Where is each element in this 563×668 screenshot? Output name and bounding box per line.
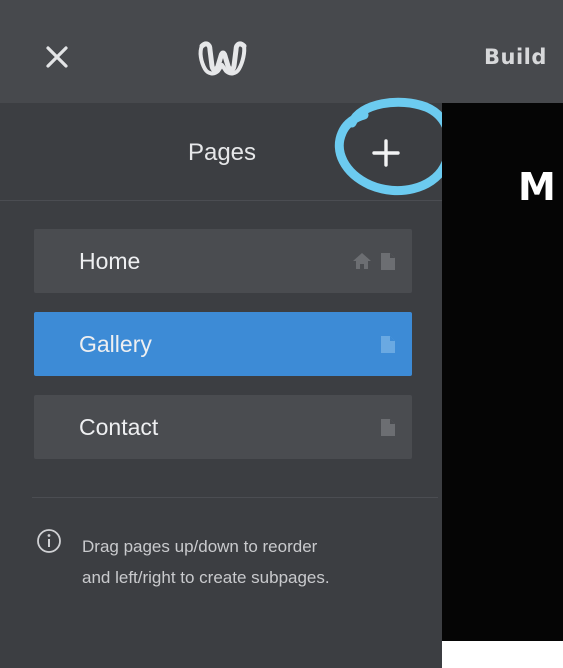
page-item-gallery[interactable]: Gallery xyxy=(34,312,412,376)
close-icon xyxy=(46,46,68,68)
help-text-line: Drag pages up/down to reorder xyxy=(82,537,318,556)
top-bar: Build xyxy=(0,0,563,103)
page-icon xyxy=(381,252,395,270)
help-text-line: and left/right to create subpages. xyxy=(82,568,330,587)
panel-title: Pages xyxy=(187,139,257,166)
page-icon xyxy=(381,335,395,353)
header-divider xyxy=(0,200,442,201)
weebly-logo-icon xyxy=(198,41,247,76)
list-divider xyxy=(32,497,438,498)
info-icon xyxy=(37,529,61,553)
plus-icon xyxy=(372,139,400,167)
home-icon xyxy=(353,253,371,269)
page-item-contact[interactable]: Contact xyxy=(34,395,412,459)
editor-canvas[interactable]: M xyxy=(442,103,563,641)
close-button[interactable] xyxy=(40,40,74,74)
help-text: Drag pages up/down to reorder and left/r… xyxy=(82,531,422,593)
page-item-home[interactable]: Home xyxy=(34,229,412,293)
canvas-bottom-area xyxy=(442,641,563,668)
site-title-fragment[interactable]: M xyxy=(518,165,556,209)
tab-build[interactable]: Build xyxy=(484,40,547,74)
pages-sidebar: Pages Home Gallery Contact Drag pages up… xyxy=(0,97,455,668)
page-icon xyxy=(381,418,395,436)
page-item-label: Gallery xyxy=(79,331,152,357)
add-page-button[interactable] xyxy=(362,129,410,177)
page-item-label: Contact xyxy=(79,414,159,440)
page-item-label: Home xyxy=(79,248,141,274)
